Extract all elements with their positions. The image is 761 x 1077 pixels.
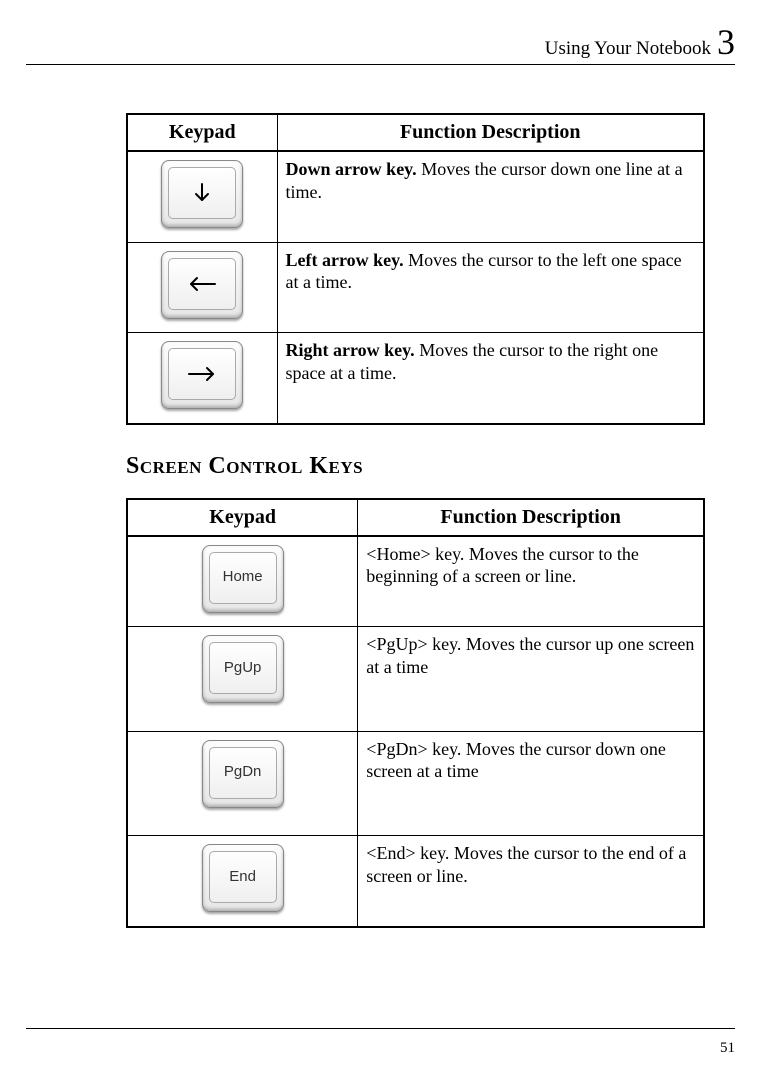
chapter-number: 3 xyxy=(717,24,735,60)
description-cell: <PgUp> key. Moves the cursor up one scre… xyxy=(358,627,704,732)
table-row: Down arrow key. Moves the cursor down on… xyxy=(127,151,704,242)
home-key-icon: Home xyxy=(202,545,284,613)
arrow-keys-table: Keypad Function Description Down arrow k xyxy=(126,113,705,425)
pgdn-key-icon: PgDn xyxy=(202,740,284,808)
page-number: 51 xyxy=(720,1040,735,1057)
pgup-key-icon: PgUp xyxy=(202,635,284,703)
table-row: Left arrow key. Moves the cursor to the … xyxy=(127,242,704,333)
end-key-icon: End xyxy=(202,844,284,912)
description-cell: Left arrow key. Moves the cursor to the … xyxy=(277,242,704,333)
table-row: Right arrow key. Moves the cursor to the… xyxy=(127,333,704,424)
table-row: End <End> key. Moves the cursor to the e… xyxy=(127,836,704,927)
col-keypad: Keypad xyxy=(127,499,358,536)
description-cell: Down arrow key. Moves the cursor down on… xyxy=(277,151,704,242)
footer-rule xyxy=(26,1028,735,1029)
col-desc: Function Description xyxy=(358,499,704,536)
table-row: PgUp <PgUp> key. Moves the cursor up one… xyxy=(127,627,704,732)
running-header: Using Your Notebook 3 xyxy=(26,24,735,65)
description-cell: <Home> key. Moves the cursor to the begi… xyxy=(358,536,704,627)
screen-control-keys-table: Keypad Function Description Home <Home> … xyxy=(126,498,705,928)
header-title: Using Your Notebook xyxy=(545,38,711,60)
section-heading: Screen Control Keys xyxy=(126,453,705,480)
down-arrow-key-icon xyxy=(161,160,243,228)
col-desc: Function Description xyxy=(277,114,704,151)
left-arrow-key-icon xyxy=(161,251,243,319)
table-row: PgDn <PgDn> key. Moves the cursor down o… xyxy=(127,731,704,836)
description-cell: Right arrow key. Moves the cursor to the… xyxy=(277,333,704,424)
right-arrow-key-icon xyxy=(161,341,243,409)
table-row: Home <Home> key. Moves the cursor to the… xyxy=(127,536,704,627)
description-cell: <PgDn> key. Moves the cursor down one sc… xyxy=(358,731,704,836)
col-keypad: Keypad xyxy=(127,114,277,151)
description-cell: <End> key. Moves the cursor to the end o… xyxy=(358,836,704,927)
